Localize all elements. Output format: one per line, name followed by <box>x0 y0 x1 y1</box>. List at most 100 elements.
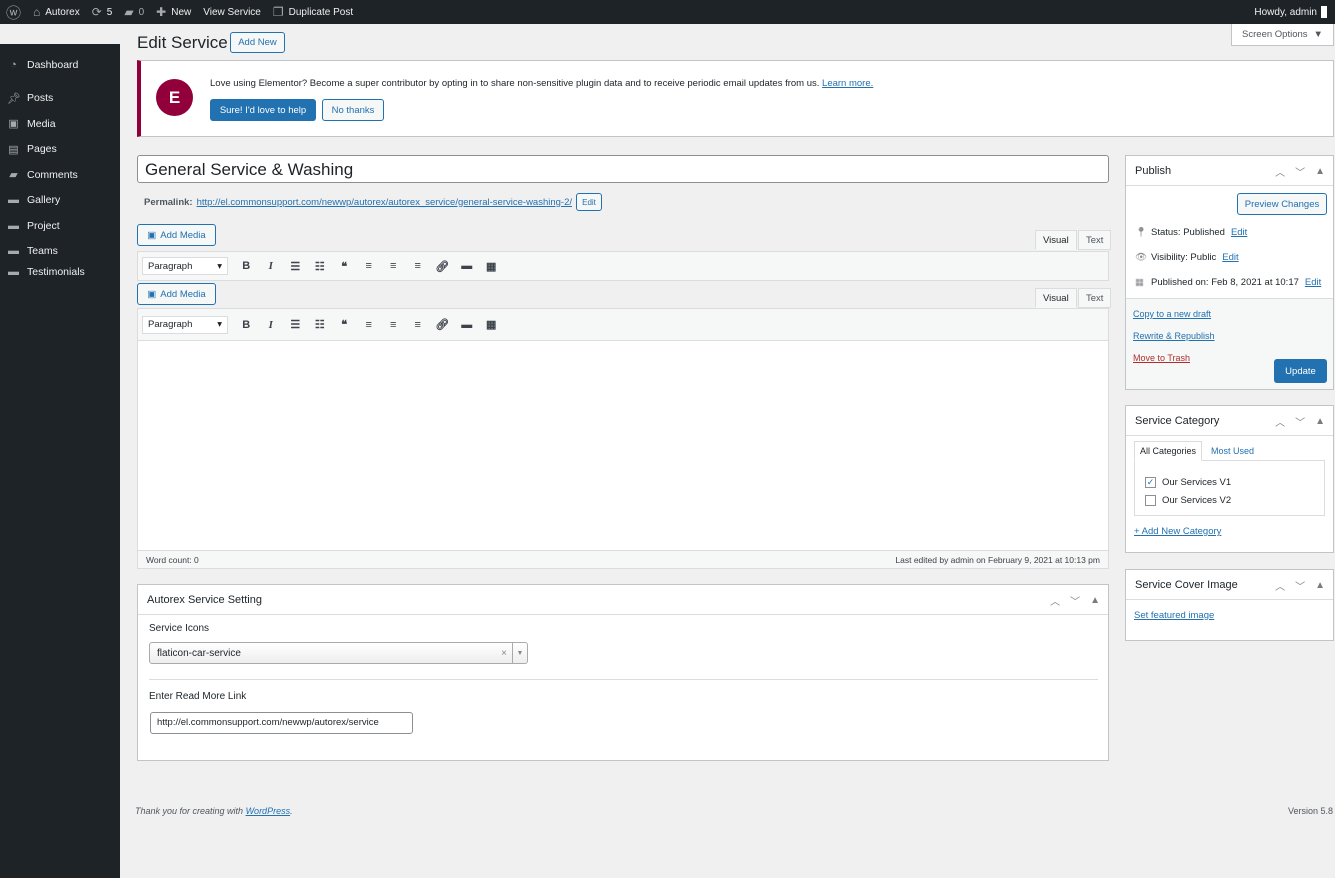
move-up-icon[interactable]: ︿ <box>1275 578 1285 593</box>
add-media-button[interactable]: ▣ Add Media <box>137 224 216 246</box>
tab-all-categories[interactable]: All Categories <box>1134 441 1203 461</box>
align-center-icon[interactable]: ≡ <box>381 319 406 331</box>
bold-icon[interactable]: B <box>234 319 259 331</box>
tab-visual-2[interactable]: Visual <box>1035 288 1077 308</box>
tab-text-2[interactable]: Text <box>1078 288 1112 308</box>
move-down-icon[interactable]: ﹀ <box>1295 414 1305 429</box>
move-to-trash-link[interactable]: Move to Trash <box>1133 353 1190 363</box>
align-right-icon[interactable]: ≡ <box>406 260 431 272</box>
bullet-list-icon[interactable]: ☰ <box>283 318 308 331</box>
category-item[interactable]: ✓ Our Services V1 <box>1145 473 1324 491</box>
read-more-label: Enter Read More Link <box>149 691 247 702</box>
link-icon[interactable]: 🔗︎ <box>430 260 455 273</box>
footer-period: . <box>290 806 293 816</box>
menu-label: Dashboard <box>27 58 79 71</box>
box-title: Service Cover Image <box>1135 578 1238 591</box>
move-up-icon[interactable]: ︿ <box>1050 593 1060 608</box>
collapse-icon[interactable]: ▲ <box>1315 580 1325 591</box>
format-select[interactable]: Paragraph ▾ <box>142 257 228 275</box>
checkbox-checked[interactable]: ✓ <box>1145 476 1156 488</box>
link-icon[interactable]: 🔗︎ <box>430 318 455 331</box>
sidebar-item-pages[interactable]: ▤ Pages <box>0 137 120 163</box>
align-right-icon[interactable]: ≡ <box>406 319 431 331</box>
sidebar-item-dashboard[interactable]: ◔ Dashboard <box>0 52 120 78</box>
blockquote-icon[interactable]: ❝ <box>332 318 357 331</box>
move-down-icon[interactable]: ﹀ <box>1295 164 1305 179</box>
bold-icon[interactable]: B <box>234 260 259 272</box>
collapse-icon[interactable]: ▲ <box>1090 595 1100 606</box>
format-select[interactable]: Paragraph ▾ <box>142 315 228 334</box>
pin-icon: 📌︎ <box>7 92 21 105</box>
preview-changes-button[interactable]: Preview Changes <box>1237 193 1327 215</box>
move-up-icon[interactable]: ︿ <box>1275 414 1285 429</box>
toolbar-toggle-icon[interactable]: ▦ <box>479 260 504 273</box>
collapse-icon[interactable]: ▲ <box>1315 416 1325 427</box>
opt-in-button[interactable]: Sure! I'd love to help <box>210 99 316 121</box>
updates-link[interactable]: ⟳ 5 <box>86 0 119 24</box>
rewrite-republish-link[interactable]: Rewrite & Republish <box>1133 331 1215 341</box>
sidebar-item-gallery[interactable]: ▬ Gallery <box>0 188 120 214</box>
edit-permalink-button[interactable]: Edit <box>576 193 603 211</box>
wordpress-link[interactable]: WordPress <box>246 806 291 816</box>
checkbox[interactable] <box>1145 494 1156 506</box>
no-thanks-button[interactable]: No thanks <box>322 99 384 121</box>
update-button[interactable]: Update <box>1274 359 1327 383</box>
editor-content[interactable] <box>138 341 1108 551</box>
clear-icon[interactable]: × <box>501 648 507 659</box>
wordpress-logo-icon[interactable]: ⓦ <box>0 0 27 24</box>
chevron-down-icon[interactable]: ▼ <box>512 643 527 663</box>
learn-more-link[interactable]: Learn more. <box>822 78 873 89</box>
screen-options-button[interactable]: Screen Options ▼ <box>1231 24 1334 46</box>
tab-visual[interactable]: Visual <box>1035 230 1077 250</box>
sidebar-item-project[interactable]: ▬ Project <box>0 213 120 239</box>
view-service-link[interactable]: View Service <box>197 0 267 24</box>
category-item[interactable]: Our Services V2 <box>1145 491 1324 509</box>
move-down-icon[interactable]: ﹀ <box>1295 578 1305 593</box>
align-center-icon[interactable]: ≡ <box>381 260 406 272</box>
admin-bar: ⓦ ⌂ Autorex ⟳ 5 ▰ 0 ✚ New View Service ❐ Dupl… <box>0 0 1335 24</box>
sidebar-item-media[interactable]: ▣ Media <box>0 111 120 137</box>
sidebar-item-posts[interactable]: 📌︎ Posts <box>0 86 120 112</box>
blockquote-icon[interactable]: ❝ <box>332 260 357 273</box>
add-new-button[interactable]: Add New <box>230 32 285 53</box>
bullet-list-icon[interactable]: ☰ <box>283 260 308 273</box>
service-icons-select[interactable]: flaticon-car-service × ▼ <box>149 642 528 664</box>
set-featured-image-link[interactable]: Set featured image <box>1134 610 1214 621</box>
align-left-icon[interactable]: ≡ <box>357 260 382 272</box>
add-category-link[interactable]: + Add New Category <box>1134 526 1221 537</box>
toolbar-toggle-icon[interactable]: ▦ <box>479 318 504 331</box>
published-date: Published on: Feb 8, 2021 at 10:17 <box>1151 277 1299 288</box>
collapse-icon[interactable]: ▲ <box>1315 166 1325 177</box>
tab-most-used[interactable]: Most Used <box>1211 446 1254 456</box>
add-media-button-2[interactable]: ▣ Add Media <box>137 283 216 305</box>
comments-link[interactable]: ▰ 0 <box>118 0 150 24</box>
sidebar-item-teams[interactable]: ▬ Teams <box>0 239 120 265</box>
copy-draft-link[interactable]: Copy to a new draft <box>1133 309 1211 319</box>
edit-status-link[interactable]: Edit <box>1231 227 1247 238</box>
italic-icon[interactable]: I <box>259 260 284 272</box>
move-down-icon[interactable]: ﹀ <box>1070 593 1080 608</box>
read-more-icon[interactable]: ▬ <box>455 319 480 331</box>
account-menu[interactable]: Howdy, admin <box>1254 0 1327 24</box>
box-header: Publish ︿ ﹀ ▲ <box>1126 156 1333 186</box>
numbered-list-icon[interactable]: ☷ <box>308 260 333 273</box>
move-up-icon[interactable]: ︿ <box>1275 164 1285 179</box>
align-left-icon[interactable]: ≡ <box>357 319 382 331</box>
updates-icon: ⟳ <box>91 5 102 19</box>
edit-date-link[interactable]: Edit <box>1305 277 1321 288</box>
read-more-icon[interactable]: ▬ <box>455 260 480 272</box>
folder-icon: ▬ <box>8 245 19 258</box>
tab-text[interactable]: Text <box>1078 230 1112 250</box>
edit-visibility-link[interactable]: Edit <box>1222 252 1238 263</box>
numbered-list-icon[interactable]: ☷ <box>308 318 333 331</box>
sidebar-item-testimonials[interactable]: ▬ Testimonials <box>0 264 120 278</box>
read-more-input[interactable]: http://el.commonsupport.com/newwp/autore… <box>150 712 413 734</box>
duplicate-post-link[interactable]: ❐ Duplicate Post <box>267 0 359 24</box>
permalink-link[interactable]: http://el.commonsupport.com/newwp/autore… <box>197 197 572 208</box>
italic-icon[interactable]: I <box>259 319 284 331</box>
post-title-input[interactable]: General Service & Washing <box>137 155 1109 183</box>
sidebar-item-comments[interactable]: ▰ Comments <box>0 162 120 188</box>
new-link[interactable]: ✚ New <box>150 0 197 24</box>
site-link[interactable]: ⌂ Autorex <box>27 0 86 24</box>
plus-icon: ✚ <box>156 5 167 19</box>
